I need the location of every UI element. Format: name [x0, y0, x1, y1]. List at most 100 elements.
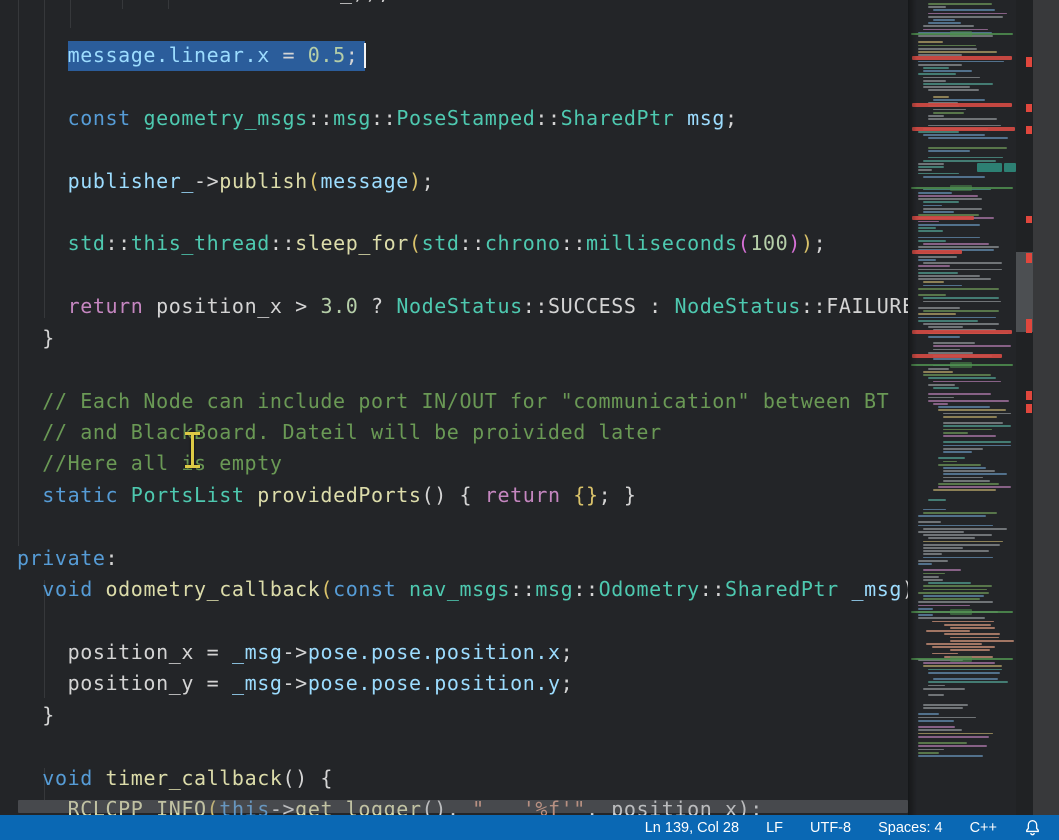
minimap-line	[918, 726, 955, 728]
minimap-line	[923, 25, 974, 27]
minimap-line	[923, 70, 972, 72]
minimap-line	[923, 704, 968, 706]
minimap-line	[918, 166, 944, 168]
code-token: sleep_for	[295, 231, 409, 255]
minimap-line	[923, 595, 984, 597]
minimap-line	[918, 601, 993, 603]
minimap-line	[928, 537, 975, 539]
minimap-line	[932, 621, 994, 623]
code-token: 100	[750, 231, 788, 255]
code-line[interactable]: // and BlackBoard. Dateil will be proivi…	[17, 417, 662, 449]
minimap-line	[918, 713, 939, 715]
code-line[interactable]: const geometry_msgs::msg::PoseStamped::S…	[17, 103, 738, 135]
code-line[interactable]: position_y = _msg->pose.pose.position.y;	[17, 668, 573, 700]
minimap-highlight-box	[1004, 163, 1016, 172]
minimap-line	[928, 157, 1003, 159]
code-line[interactable]: publisher_->publish(message);	[17, 166, 434, 198]
code-token: nav_msgs	[409, 577, 510, 601]
minimap-line	[918, 515, 986, 517]
code-line[interactable]: std::this_thread::sleep_for(std::chrono:…	[17, 228, 826, 260]
status-item-cursor-position[interactable]: Ln 139, Col 28	[645, 820, 739, 836]
status-item-eol-indicator[interactable]: LF	[766, 820, 783, 836]
code-token: ::	[308, 106, 333, 130]
code-line[interactable]: position_x = _msg->pose.pose.position.x;	[17, 637, 573, 669]
minimap-line	[923, 509, 946, 511]
minimap-line	[933, 345, 1011, 347]
code-line[interactable]: void timer_callback() {	[17, 763, 333, 795]
minimap-line	[943, 470, 995, 472]
code-token: void	[42, 577, 105, 601]
minimap-line	[923, 541, 1003, 543]
minimap[interactable]	[908, 0, 1016, 815]
code-line[interactable]: // Each Node can include port IN/OUT for…	[17, 386, 889, 418]
code-token: geometry_msgs	[143, 106, 307, 130]
minimap-line	[928, 326, 963, 328]
minimap-line	[918, 608, 933, 610]
ruler-error-mark	[1026, 104, 1032, 112]
minimap-line	[923, 83, 993, 85]
code-line[interactable]: }	[17, 323, 55, 355]
ruler-error-mark	[1026, 253, 1032, 263]
minimap-line	[923, 547, 963, 549]
code-editor[interactable]: _)); message.linear.x = 0.5; const geome…	[0, 0, 908, 815]
code-token: {}	[573, 483, 598, 507]
minimap-line	[943, 445, 1011, 447]
code-token: ->	[194, 169, 219, 193]
ibeam-mouse-cursor-icon	[184, 432, 201, 468]
minimap-line	[918, 749, 944, 751]
minimap-line	[918, 560, 948, 562]
code-token: ::	[460, 231, 485, 255]
minimap-line	[943, 413, 1011, 415]
minimap-line	[928, 137, 1008, 139]
code-token: :	[106, 546, 119, 570]
minimap-line	[923, 160, 996, 162]
status-item-language-mode[interactable]: C++	[970, 820, 997, 836]
horizontal-scrollbar[interactable]	[18, 800, 908, 813]
minimap-line	[950, 627, 995, 629]
minimap-line	[923, 589, 987, 591]
code-token: _));	[340, 0, 391, 4]
ruler-error-mark	[1026, 126, 1032, 134]
minimap-line	[918, 269, 1002, 271]
code-token: 3.0	[320, 294, 371, 318]
minimap-line	[928, 377, 996, 379]
code-line[interactable]: void odometry_callback(const nav_msgs::m…	[17, 574, 908, 606]
notifications-bell-icon[interactable]	[1024, 819, 1041, 836]
minimap-line	[918, 755, 983, 757]
code-token: std	[422, 231, 460, 255]
minimap-line	[918, 745, 987, 747]
minimap-line	[923, 211, 954, 213]
minimap-line	[918, 265, 950, 267]
code-token: ->	[283, 671, 308, 695]
minimap-line	[918, 173, 959, 175]
window-edge-strip	[1033, 0, 1059, 815]
code-line[interactable]: static PortsList providedPorts() { retur…	[17, 480, 637, 512]
code-line[interactable]: }	[17, 700, 55, 732]
minimap-line	[918, 45, 976, 47]
code-token: publish	[219, 169, 308, 193]
minimap-line	[933, 342, 975, 344]
minimap-line	[943, 451, 972, 453]
code-line[interactable]: _));	[340, 0, 391, 9]
minimap-section-line	[950, 656, 972, 662]
minimap-line	[933, 99, 985, 101]
minimap-line	[950, 640, 1014, 642]
minimap-line	[944, 624, 991, 626]
minimap-line	[923, 281, 944, 283]
status-item-encoding-indicator[interactable]: UTF-8	[810, 820, 851, 836]
code-line[interactable]: return position_x > 3.0 ? NodeStatus::SU…	[17, 291, 908, 323]
minimap-line	[944, 633, 1000, 635]
code-token: () {	[283, 766, 334, 790]
minimap-line	[928, 669, 1002, 671]
code-line[interactable]: //Here all is empty	[17, 448, 282, 480]
code-token: static	[42, 483, 131, 507]
minimap-line	[918, 230, 943, 232]
minimap-line	[923, 86, 970, 88]
code-line[interactable]: private:	[17, 543, 118, 575]
minimap-line	[918, 521, 941, 523]
minimap-section-line	[950, 185, 972, 191]
status-item-indentation-indicator[interactable]: Spaces: 4	[878, 820, 943, 836]
minimap-line	[933, 19, 955, 21]
code-line[interactable]: message.linear.x = 0.5;	[17, 40, 358, 72]
code-token: ;	[346, 43, 359, 67]
